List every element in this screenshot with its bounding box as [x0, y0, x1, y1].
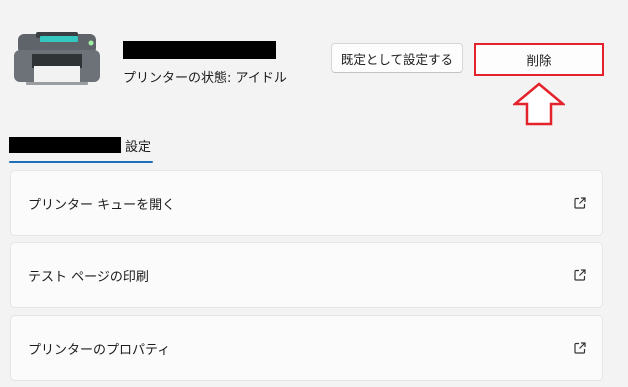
open-external-icon	[574, 269, 586, 281]
printer-properties-card[interactable]: プリンターのプロパティ	[10, 315, 603, 381]
set-default-button[interactable]: 既定として設定する	[331, 43, 463, 73]
open-external-icon	[574, 342, 586, 354]
open-print-queue-card[interactable]: プリンター キューを開く	[10, 170, 603, 236]
printer-icon	[14, 32, 100, 85]
card-label: テスト ページの印刷	[28, 269, 149, 285]
printer-name-redacted	[123, 41, 276, 59]
annotation-arrow-icon	[513, 82, 565, 126]
print-test-page-card[interactable]: テスト ページの印刷	[10, 242, 603, 308]
card-label: プリンターのプロパティ	[28, 342, 171, 358]
printer-status: プリンターの状態: アイドル	[123, 71, 287, 86]
open-external-icon	[574, 197, 586, 209]
tab-active-indicator	[9, 161, 153, 163]
tab-printer-name-redacted	[9, 137, 121, 153]
delete-button[interactable]: 削除	[474, 43, 604, 76]
tab-settings[interactable]: 設定	[125, 136, 151, 155]
card-label: プリンター キューを開く	[28, 197, 176, 213]
